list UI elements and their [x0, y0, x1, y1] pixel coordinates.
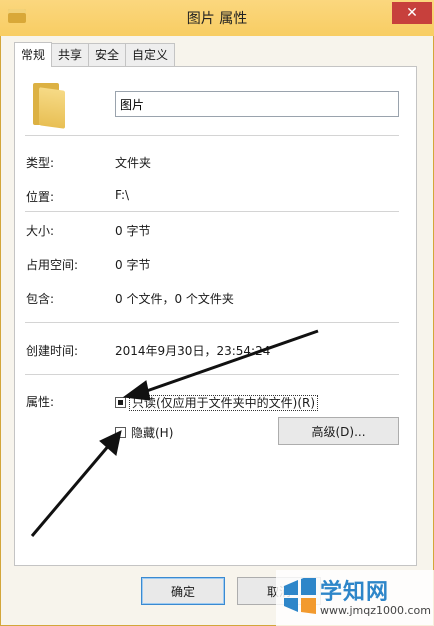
- readonly-checkbox[interactable]: [115, 397, 126, 408]
- type-value: 文件夹: [115, 156, 152, 170]
- size-label: 大小:: [26, 224, 55, 238]
- watermark-name: 学知网: [320, 580, 390, 605]
- created-label: 创建时间:: [26, 344, 79, 358]
- readonly-label[interactable]: 只读(仅应用于文件夹中的文件)(R): [129, 395, 319, 411]
- size-value: 0 字节: [115, 224, 151, 238]
- divider: [25, 135, 399, 136]
- tab-bar: 常规 共享 安全 自定义: [14, 42, 176, 67]
- window-title: 图片 属性: [186, 11, 248, 27]
- properties-window: 图片 属性 ✕ 常规 共享 安全 自定义 类型: 文件夹 位置: F:\ 大小:…: [0, 0, 434, 626]
- large-folder-icon: [31, 83, 65, 129]
- hidden-checkbox[interactable]: [115, 427, 126, 438]
- close-icon: ✕: [406, 5, 418, 21]
- hidden-label[interactable]: 隐藏(H): [131, 424, 173, 441]
- created-value: 2014年9月30日，23:54:24: [115, 344, 271, 358]
- size-on-disk-label: 占用空间:: [26, 258, 79, 272]
- contains-value: 0 个文件，0 个文件夹: [115, 292, 234, 306]
- readonly-label-wrap: 只读(仅应用于文件夹中的文件)(R): [129, 394, 319, 411]
- indeterminate-mark: [118, 400, 123, 405]
- watermark-url: www.jmqz1000.com: [320, 604, 431, 617]
- close-button[interactable]: ✕: [392, 2, 432, 24]
- attributes-label: 属性:: [26, 395, 55, 409]
- divider: [25, 374, 399, 375]
- general-panel: 类型: 文件夹 位置: F:\ 大小: 0 字节 占用空间: 0 字节 包含: …: [14, 66, 417, 566]
- tab-sharing[interactable]: 共享: [51, 43, 90, 66]
- size-on-disk-value: 0 字节: [115, 258, 151, 272]
- ok-button[interactable]: 确定: [141, 577, 225, 605]
- tab-security[interactable]: 安全: [88, 43, 127, 66]
- watermark: 学知网 www.jmqz1000.com: [276, 570, 434, 626]
- tab-general[interactable]: 常规: [14, 42, 53, 67]
- divider: [25, 211, 399, 212]
- watermark-logo-icon: [284, 578, 316, 614]
- type-label: 类型:: [26, 156, 55, 170]
- location-label: 位置:: [26, 190, 55, 204]
- title-bar[interactable]: 图片 属性 ✕: [0, 0, 434, 36]
- tab-customize[interactable]: 自定义: [125, 43, 176, 66]
- location-value: F:\: [115, 188, 130, 202]
- folder-name-input[interactable]: [115, 91, 399, 117]
- divider: [25, 322, 399, 323]
- advanced-button[interactable]: 高级(D)...: [278, 417, 399, 445]
- contains-label: 包含:: [26, 292, 55, 306]
